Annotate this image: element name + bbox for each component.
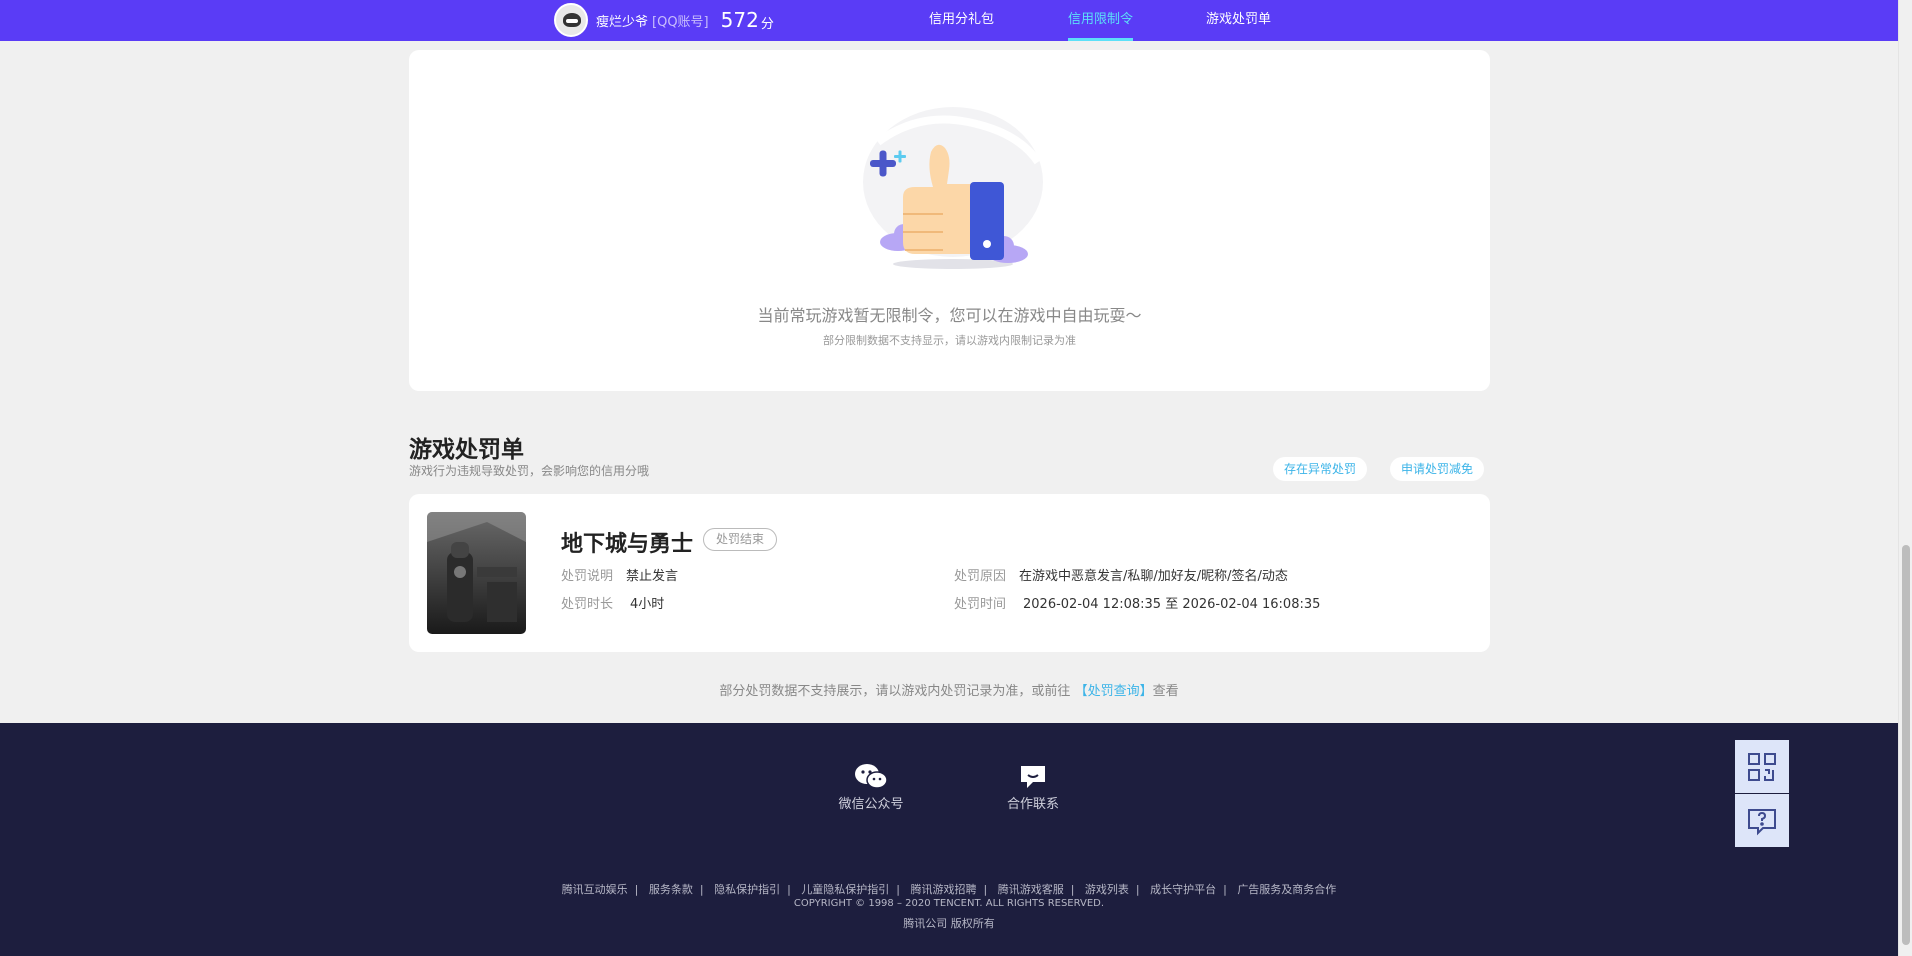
penalty-desc-label: 处罚说明 [561, 569, 614, 584]
thumbs-up-icon [863, 107, 1043, 269]
penalty-reason-label: 处罚原因 [954, 569, 1007, 584]
penalty-query-link[interactable]: 【处罚查询】 [1075, 684, 1153, 699]
qr-code-icon [1748, 752, 1776, 781]
penalty-time-value: 2026-02-04 12:08:35 至 2026-02-04 16:08:3… [1023, 597, 1321, 612]
help-chat-icon [1748, 808, 1776, 835]
penalty-reduction-button[interactable]: 申请处罚减免 [1390, 457, 1485, 481]
footer-link[interactable]: 腾讯游戏客服 [998, 883, 1064, 896]
footer-link[interactable]: 服务条款 [649, 883, 693, 896]
footer-link[interactable]: 广告服务及商务合作 [1237, 883, 1336, 896]
account-type: [QQ账号] [652, 14, 709, 30]
help-button[interactable] [1735, 794, 1789, 847]
penalty-section-title: 游戏处罚单 [409, 437, 524, 463]
footer-link[interactable]: 成长守护平台 [1150, 883, 1216, 896]
username: 瘦烂少爷 [596, 14, 649, 30]
page-scrollbar[interactable] [1898, 0, 1912, 956]
credit-score-unit: 分 [760, 17, 774, 32]
user-info: 瘦烂少爷 [QQ账号] 572 分 [554, 3, 774, 37]
game-cover-image[interactable] [427, 512, 526, 634]
footer-wechat-label: 微信公众号 [838, 797, 904, 812]
footer-link[interactable]: 儿童隐私保护指引 [801, 883, 889, 896]
top-nav-bar: 瘦烂少爷 [QQ账号] 572 分 信用分礼包 信用限制令 游戏处罚单 [0, 0, 1898, 41]
nav-credit-restriction[interactable]: 信用限制令 [1068, 0, 1134, 41]
footer-links: 腾讯互动娱乐 | 服务条款 | 隐私保护指引 | 儿童隐私保护指引 | 腾讯游戏… [561, 883, 1337, 896]
penalty-reason-value: 在游戏中恶意发言/私聊/加好友/昵称/签名/动态 [1019, 569, 1288, 584]
footer-corp: 腾讯公司 版权所有 [903, 917, 995, 930]
footer-link[interactable]: 隐私保护指引 [714, 883, 780, 896]
wechat-icon [855, 764, 888, 789]
footer-link[interactable]: 腾讯互动娱乐 [562, 883, 628, 896]
penalty-note: 部分处罚数据不支持展示，请以游戏内处罚记录为准，或前往 【处罚查询】查看 [0, 680, 1898, 699]
penalty-note-suffix: 查看 [1152, 684, 1179, 699]
penalty-time-label: 处罚时间 [954, 597, 1007, 612]
penalty-section-desc: 游戏行为违规导致处罚，会影响您的信用分哦 [409, 464, 650, 478]
qr-code-button[interactable] [1735, 740, 1789, 793]
penalty-duration-value: 4小时 [630, 597, 665, 612]
nav-game-penalty[interactable]: 游戏处罚单 [1206, 0, 1271, 41]
footer-copyright: COPYRIGHT © 1998 – 2020 TENCENT. ALL RIG… [793, 898, 1105, 909]
footer-link[interactable]: 游戏列表 [1085, 883, 1129, 896]
footer: 微信公众号 合作联系 腾讯互动娱乐 | 服务条款 | 隐私保护指引 | 儿童隐私… [0, 723, 1898, 956]
restriction-card: 当前常玩游戏暂无限制令，您可以在游戏中自由玩耍～ 部分限制数据不支持显示，请以游… [409, 50, 1490, 391]
chat-icon [1021, 766, 1045, 788]
empty-restriction-note: 部分限制数据不支持显示，请以游戏内限制记录为准 [823, 334, 1076, 347]
avatar[interactable] [554, 3, 588, 37]
game-name: 地下城与勇士 [561, 532, 694, 557]
penalty-card: 地下城与勇士 处罚结束 处罚说明 禁止发言 处罚时长 4小时 处罚原因 在游戏中… [409, 494, 1490, 652]
credit-score: 572 [720, 8, 759, 32]
penalty-status-badge: 处罚结束 [703, 528, 778, 551]
scrollbar-thumb[interactable] [1902, 545, 1910, 945]
footer-contact-label: 合作联系 [1006, 797, 1059, 812]
abnormal-penalty-button[interactable]: 存在异常处罚 [1273, 457, 1368, 481]
footer-link[interactable]: 腾讯游戏招聘 [911, 883, 977, 896]
penalty-desc-value: 禁止发言 [626, 569, 679, 584]
penalty-note-text: 部分处罚数据不支持展示，请以游戏内处罚记录为准，或前往 [719, 684, 1071, 699]
footer-contact[interactable]: 合作联系 [988, 763, 1078, 812]
empty-restriction-message: 当前常玩游戏暂无限制令，您可以在游戏中自由玩耍～ [757, 306, 1142, 325]
penalty-duration-label: 处罚时长 [561, 597, 614, 612]
nav-credit-gift[interactable]: 信用分礼包 [929, 0, 994, 41]
footer-wechat[interactable]: 微信公众号 [826, 763, 916, 812]
